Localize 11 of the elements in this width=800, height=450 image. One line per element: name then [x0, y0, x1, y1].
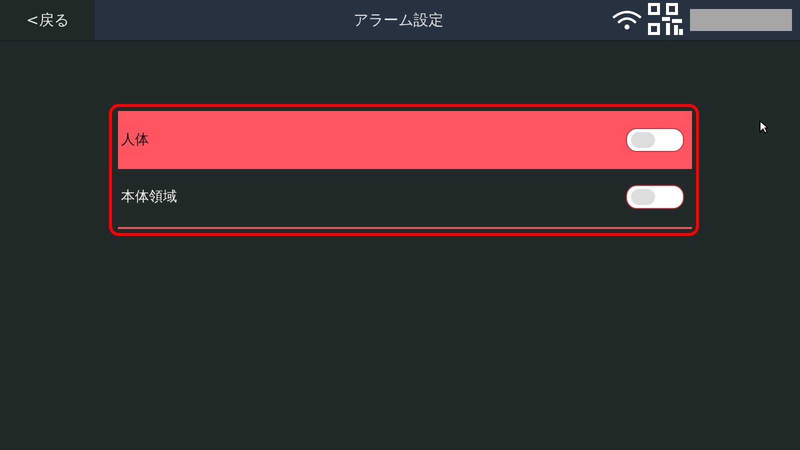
wifi-icon [612, 9, 642, 31]
screen-title: アラーム設定 [352, 10, 444, 30]
back-button[interactable]: <戻る [0, 0, 95, 40]
mouse-pointer-icon [759, 120, 769, 134]
qr-code-icon [648, 3, 684, 37]
alarm-row[interactable]: 本体領域 [118, 169, 692, 225]
alarm-row[interactable]: 人体 [118, 111, 692, 169]
alarm-label: 人体 [121, 131, 149, 149]
alarm-label: 本体領域 [121, 188, 177, 206]
toggle-switch[interactable] [626, 185, 684, 209]
toggle-switch[interactable] [626, 128, 684, 152]
